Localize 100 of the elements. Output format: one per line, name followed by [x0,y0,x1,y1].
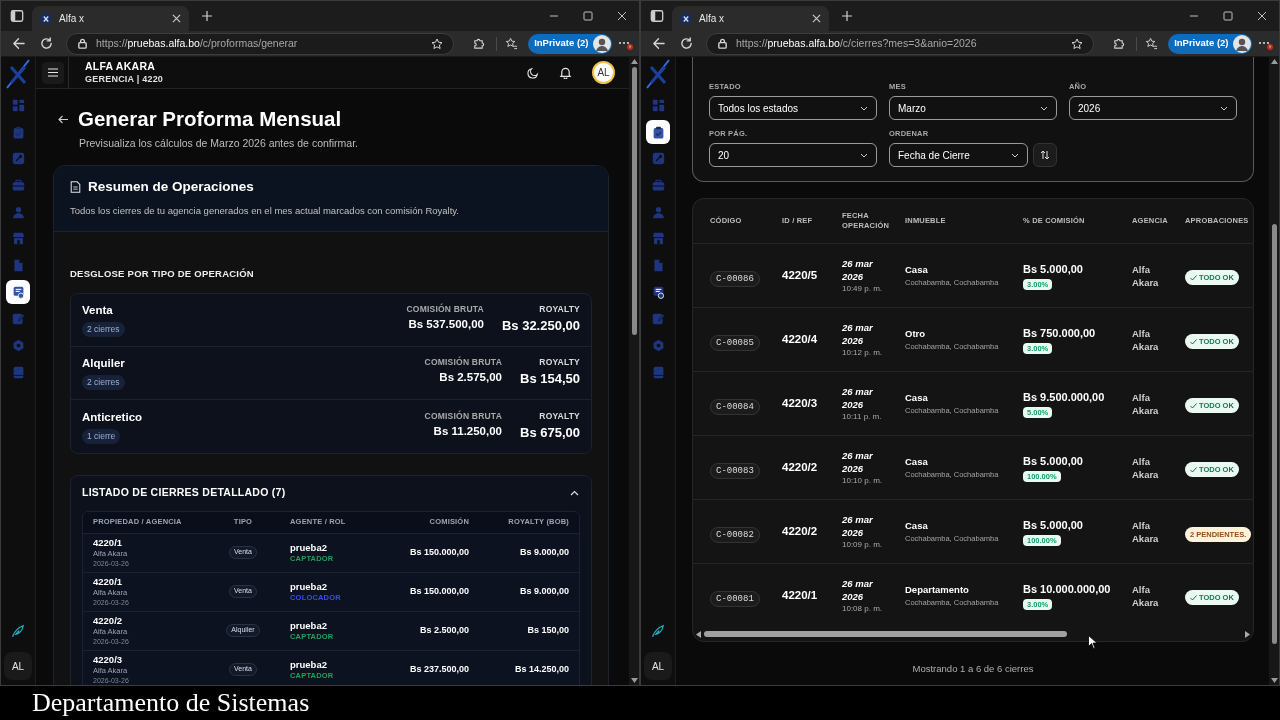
plus-icon[interactable] [841,10,853,22]
user-avatar[interactable]: AL [644,652,672,680]
maximize-icon[interactable] [1223,11,1233,21]
agent-name: prueba2 [290,541,328,553]
document-icon [70,180,81,193]
clipboard-icon [651,125,665,139]
amount-label: ROYALTY [539,303,580,317]
check-icon [1190,338,1197,345]
commission-amount: Bs 5.000,00 [1023,517,1083,533]
code-tag: C-00083 [710,462,760,479]
back-icon[interactable] [12,37,26,50]
sidebar-icon[interactable] [650,9,664,23]
operation-time: 10:10 p. m. [842,474,884,487]
select-field[interactable]: 2026 [1069,96,1237,120]
edit-icon [651,312,665,326]
operation-time: 10:08 p. m. [842,602,884,615]
refresh-icon[interactable] [679,37,693,50]
puzzle-icon[interactable] [472,37,486,50]
url-text: https://pruebas.alfa.bo/c/proformas/generar [96,35,299,51]
gross-amount: Bs 2.575,00 [439,370,502,386]
agency-name: Alfa Akara [1132,262,1160,289]
address-bar[interactable]: https://pruebas.alfa.bo/c/proformas/generar [66,32,455,55]
edit-icon [11,312,25,326]
royalty-amount: Bs 14.250,00 [513,662,569,676]
favorites-icon[interactable] [1144,37,1158,50]
bell-icon[interactable] [559,66,572,79]
clipboard-icon [11,125,25,139]
chevron-down-icon [1040,105,1048,111]
agency-name: Alfa Akara [1132,582,1160,609]
back-icon[interactable] [652,37,666,50]
document-check-icon [651,285,665,299]
store-icon [11,232,25,246]
check-icon [1190,402,1197,409]
book-icon [11,365,25,379]
star-icon[interactable] [431,37,444,50]
caption: Departamento de Sistemas [32,688,310,718]
sort-icon [1040,150,1051,160]
gross-amount: Bs 537.500,00 [408,317,484,333]
count-tag: 1 cierre [82,428,121,444]
avatar-icon [592,34,611,53]
profile-button[interactable]: InPrivate (2) [1168,33,1252,54]
maximize-icon[interactable] [583,11,593,21]
close-icon[interactable] [172,14,181,23]
operation-date: 26 mar 2026 [842,448,874,475]
grid-icon [11,98,25,112]
user-avatar[interactable]: AL [592,61,615,84]
select-field[interactable]: Fecha de Cierre [889,143,1029,167]
scrollbar[interactable] [629,57,639,685]
select-field[interactable]: Todos los estados [709,96,877,120]
book-icon [651,365,665,379]
agency-name: Alfa Akara [1132,390,1160,417]
close-icon[interactable] [1257,11,1267,21]
page-title: Generar Proforma Mensual [78,106,342,132]
close-icon[interactable] [617,11,627,21]
scroll-right-icon [1245,630,1250,638]
amount-label: COMISIÓN BRUTA [406,303,484,317]
briefcase-icon [11,178,25,192]
file-icon [651,258,665,272]
section-heading: DESGLOSE POR TIPO DE OPERACIÓN [70,267,255,282]
select-field[interactable]: Marzo [889,96,1057,120]
menu-button[interactable] [42,61,64,84]
address-bar[interactable]: https://pruebas.alfa.bo/c/cierres?mes=3&anio=2026 [706,32,1095,55]
lock-icon [77,38,88,49]
royalty-amount: Bs 150,00 [526,623,569,637]
browser-tab[interactable]: Alfa x [32,6,189,31]
puzzle-icon[interactable] [1112,37,1126,50]
nav-button[interactable] [646,120,670,145]
commission-amount: Bs 150.000,00 [408,584,469,598]
commission-amount: Bs 2.500,00 [418,623,469,637]
gross-amount: Bs 11.250,00 [433,423,502,439]
commission-amount: Bs 150.000,00 [408,545,469,559]
refresh-icon[interactable] [39,37,53,50]
chevron-up-icon[interactable] [570,490,579,496]
plus-icon[interactable] [201,10,213,22]
count-tag: 2 cierres [82,375,125,390]
amount-label: ROYALTY [539,356,580,370]
nav-button[interactable] [6,280,30,305]
sort-button[interactable] [1033,143,1057,167]
star-icon[interactable] [1071,37,1084,50]
profile-button[interactable]: InPrivate (2) [528,33,612,54]
select-field[interactable]: 20 [709,143,877,167]
agent-name: prueba2 [290,658,328,670]
user-avatar[interactable]: AL [4,652,32,680]
scrollbar[interactable] [1269,57,1279,685]
property-type: Departamento [905,582,970,597]
operation-time: 10:49 p. m. [842,282,884,295]
reference-id: 4220/2 [782,523,819,539]
close-icon[interactable] [812,14,821,23]
sidebar-icon[interactable] [10,9,24,23]
agency-name: Alfa Akara [1132,326,1160,353]
operation-date: 26 mar 2026 [842,384,874,411]
code-tag: C-00086 [710,270,760,287]
browser-tab[interactable]: Alfa x [672,6,829,31]
back-arrow-icon[interactable] [58,114,68,124]
property-code: 4220/1 [93,536,124,549]
scroll-left-icon [696,630,701,638]
operation-date: 26 mar 2026 [842,320,874,347]
favorites-icon[interactable] [504,37,518,50]
menu-icon [48,68,58,77]
moon-icon[interactable] [527,66,539,79]
